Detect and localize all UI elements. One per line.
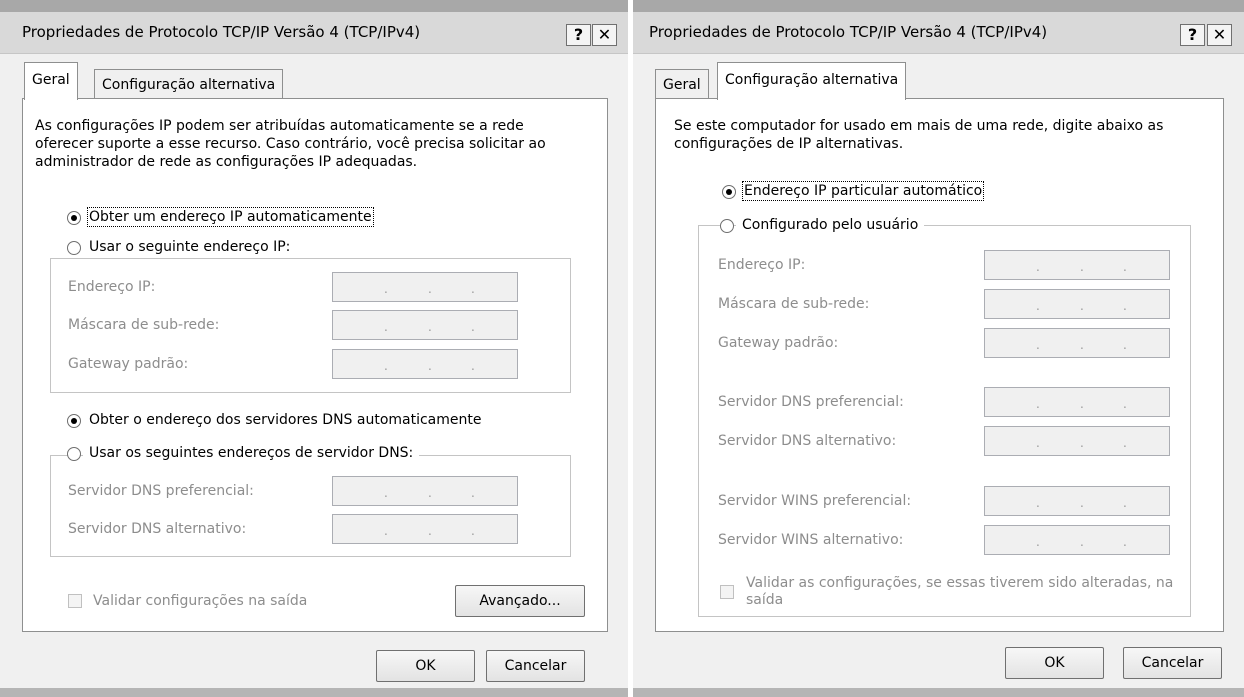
wins-preferred-field: ...	[984, 486, 1170, 516]
cancel-button[interactable]: Cancelar	[486, 650, 585, 682]
ok-button[interactable]: OK	[1005, 647, 1104, 679]
wins-alternate-field: ...	[984, 525, 1170, 555]
radio-use-dns[interactable]	[67, 447, 81, 461]
window-frame	[633, 0, 1244, 12]
ok-button[interactable]: OK	[376, 650, 475, 682]
radio-use-dns-label[interactable]: Usar os seguintes endereços de servidor …	[83, 445, 420, 461]
tab-panel-alternate: Se este computador for usado em mais de …	[655, 98, 1224, 632]
tab-panel-general: As configurações IP podem ser atribuídas…	[22, 98, 608, 632]
help-button[interactable]: ?	[566, 24, 591, 46]
radio-obtain-dns-label[interactable]: Obter o endereço dos servidores DNS auto…	[89, 412, 481, 428]
title-bar: Propriedades de Protocolo TCP/IP Versão …	[633, 12, 1244, 54]
radio-obtain-ip[interactable]	[67, 211, 81, 225]
wins-alternate-label: Servidor WINS alternativo:	[718, 532, 904, 548]
radio-use-ip[interactable]	[67, 241, 81, 255]
ip-address-field: ...	[332, 272, 518, 302]
dns-alternate-label: Servidor DNS alternativo:	[718, 433, 897, 449]
wins-preferred-label: Servidor WINS preferencial:	[718, 493, 912, 509]
radio-auto-private-ip-label[interactable]: Endereço IP particular automático	[741, 181, 985, 201]
intro-text: As configurações IP podem ser atribuídas…	[35, 118, 546, 170]
dns-preferred-label: Servidor DNS preferencial:	[718, 394, 904, 410]
tab-general-label: Geral	[32, 72, 70, 88]
default-gateway-label: Gateway padrão:	[718, 335, 839, 351]
tab-strip: Geral Configuração alternativa	[633, 60, 1244, 100]
tab-alternate-label: Configuração alternativa	[725, 72, 899, 88]
subnet-mask-label: Máscara de sub-rede:	[68, 317, 220, 333]
radio-user-configured-label[interactable]: Configurado pelo usuário	[736, 217, 925, 233]
default-gateway-label: Gateway padrão:	[68, 356, 189, 372]
tab-general[interactable]: Geral	[655, 69, 709, 99]
validate-checkbox[interactable]	[68, 594, 82, 608]
user-config-group-box	[698, 225, 1191, 617]
dialog-title: Propriedades de Protocolo TCP/IP Versão …	[649, 23, 1048, 41]
tab-strip: Geral Configuração alternativa	[0, 60, 628, 100]
ip-address-label: Endereço IP:	[68, 279, 156, 295]
subnet-mask-field: ...	[332, 310, 518, 340]
tab-alternate-config[interactable]: Configuração alternativa	[94, 69, 284, 99]
radio-obtain-dns[interactable]	[67, 414, 81, 428]
close-button[interactable]: ✕	[1207, 24, 1232, 46]
ip-address-label: Endereço IP:	[718, 257, 806, 273]
validate-checkbox[interactable]	[720, 585, 734, 599]
tab-general[interactable]: Geral	[24, 62, 78, 100]
validate-checkbox-label: Validar as configurações, se essas tiver…	[746, 575, 1174, 608]
dns-preferred-field: ...	[332, 476, 518, 506]
radio-auto-private-ip[interactable]	[722, 185, 736, 199]
advanced-button[interactable]: Avançado...	[455, 585, 585, 617]
dialog-title: Propriedades de Protocolo TCP/IP Versão …	[22, 23, 421, 41]
window-frame	[0, 0, 628, 12]
dns-preferred-field: ...	[984, 387, 1170, 417]
ip-address-field: ...	[984, 250, 1170, 280]
dialog-left: Propriedades de Protocolo TCP/IP Versão …	[0, 0, 628, 697]
cancel-button[interactable]: Cancelar	[1123, 647, 1222, 679]
tab-alternate-config[interactable]: Configuração alternativa	[717, 62, 907, 100]
radio-user-configured[interactable]	[720, 219, 734, 233]
tab-alternate-label: Configuração alternativa	[102, 77, 276, 93]
default-gateway-field: ...	[984, 328, 1170, 358]
radio-obtain-ip-label[interactable]: Obter um endereço IP automaticamente	[87, 207, 374, 227]
dns-preferred-label: Servidor DNS preferencial:	[68, 483, 254, 499]
title-bar: Propriedades de Protocolo TCP/IP Versão …	[0, 12, 628, 54]
subnet-mask-field: ...	[984, 289, 1170, 319]
subnet-mask-label: Máscara de sub-rede:	[718, 296, 870, 312]
window-bottom-frame	[633, 688, 1244, 697]
help-button[interactable]: ?	[1180, 24, 1205, 46]
radio-use-ip-label[interactable]: Usar o seguinte endereço IP:	[83, 239, 297, 255]
validate-checkbox-label: Validar configurações na saída	[93, 593, 308, 609]
window-bottom-frame	[0, 688, 628, 697]
close-button[interactable]: ✕	[592, 24, 617, 46]
dns-alternate-field: ...	[984, 426, 1170, 456]
dialog-right: Propriedades de Protocolo TCP/IP Versão …	[633, 0, 1244, 697]
dns-alternate-field: ...	[332, 514, 518, 544]
dns-alternate-label: Servidor DNS alternativo:	[68, 521, 247, 537]
intro-text: Se este computador for usado em mais de …	[674, 118, 1164, 152]
tab-general-label: Geral	[663, 77, 701, 93]
default-gateway-field: ...	[332, 349, 518, 379]
